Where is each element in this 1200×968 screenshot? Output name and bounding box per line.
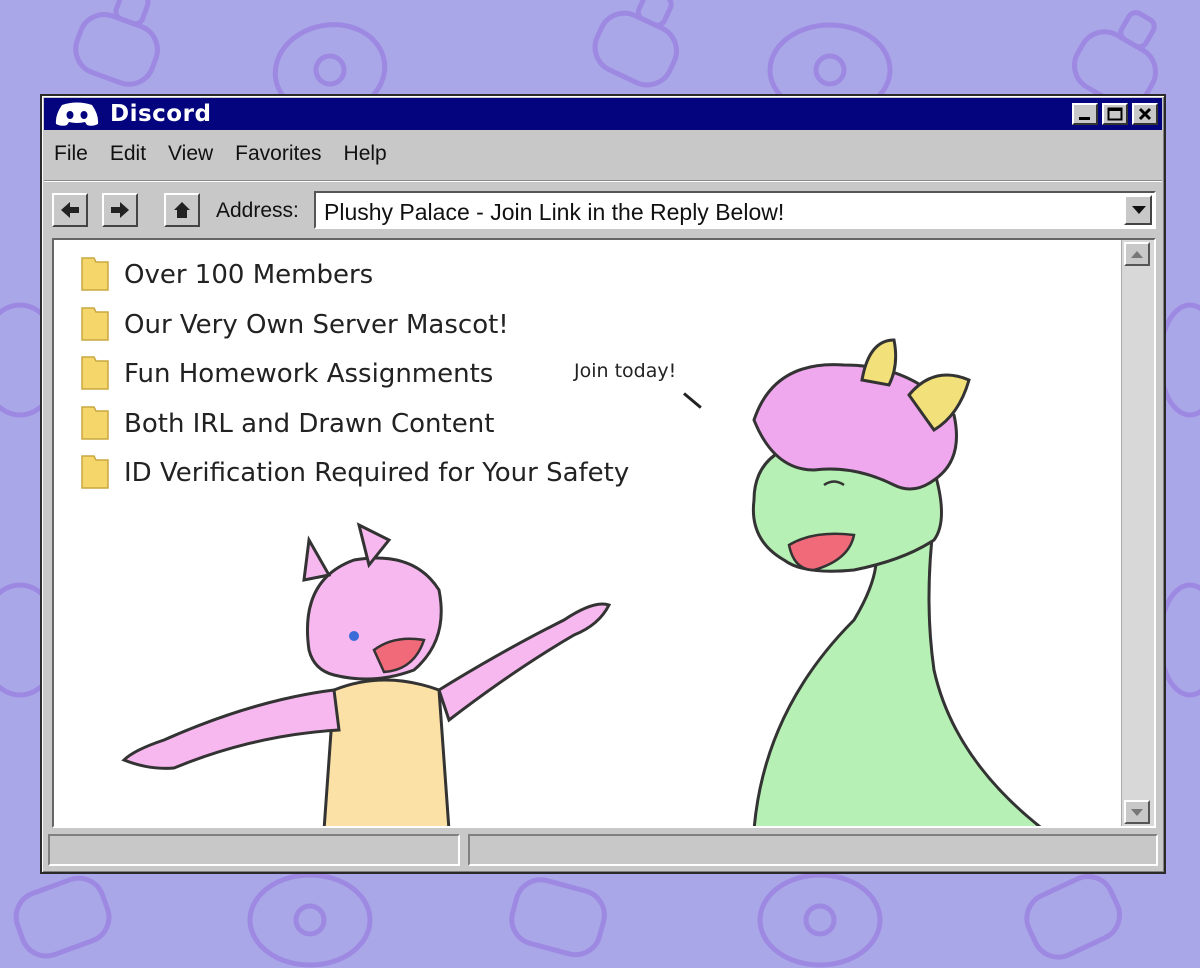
- browser-window: Discord File Edit View Favorites Help Addres…: [40, 94, 1166, 874]
- list-item-label: Fun Homework Assignments: [124, 359, 494, 389]
- scroll-down-icon: [1131, 809, 1143, 816]
- back-arrow-icon: [61, 202, 79, 218]
- maximize-button[interactable]: [1102, 103, 1128, 125]
- pink-plush-mascot: [121, 522, 612, 826]
- list-item-label: Both IRL and Drawn Content: [124, 408, 495, 439]
- list-item-label: ID Verification Required for Your Safety: [124, 458, 630, 488]
- status-pane-right: [468, 834, 1158, 866]
- content-pane: Over 100 Members Our Very Own Server Mas…: [52, 238, 1156, 828]
- discord-logo-icon: [55, 102, 99, 126]
- back-button[interactable]: [52, 193, 88, 227]
- title-bar[interactable]: Discord: [44, 98, 1162, 130]
- scroll-up-icon: [1131, 251, 1143, 258]
- forward-button[interactable]: [102, 193, 138, 227]
- address-toolbar: Address: Plushy Palace - Join Link in th…: [44, 180, 1162, 237]
- home-icon: [174, 202, 190, 218]
- menu-bar: File Edit View Favorites Help: [54, 142, 409, 172]
- menu-edit[interactable]: Edit: [110, 142, 146, 166]
- folder-icon: [81, 257, 109, 291]
- maximize-icon: [1107, 107, 1123, 121]
- address-label: Address:: [216, 199, 299, 222]
- folder-icon: [81, 455, 109, 489]
- address-input[interactable]: Plushy Palace - Join Link in the Reply B…: [314, 191, 1156, 229]
- close-icon: [1138, 107, 1152, 121]
- folder-icon: [81, 405, 109, 440]
- status-bar: [46, 834, 1160, 868]
- address-dropdown-button[interactable]: [1124, 195, 1152, 225]
- menu-favorites[interactable]: Favorites: [235, 142, 321, 166]
- window-title: Discord: [110, 101, 212, 127]
- folder-icon: [81, 356, 109, 390]
- home-button[interactable]: [164, 193, 200, 227]
- speech-bubble-text: Join today!: [574, 360, 677, 382]
- green-dinosaur-mascot: [751, 338, 1042, 826]
- address-value[interactable]: Plushy Palace - Join Link in the Reply B…: [324, 199, 784, 226]
- minimize-icon: [1079, 117, 1090, 120]
- vertical-scrollbar[interactable]: [1121, 240, 1154, 826]
- list-item-label: Over 100 Members: [124, 260, 374, 290]
- dropdown-arrow-icon: [1132, 206, 1146, 214]
- minimize-button[interactable]: [1072, 103, 1098, 125]
- folder-icon: [81, 306, 109, 341]
- scroll-down-button[interactable]: [1124, 800, 1150, 824]
- forward-arrow-icon: [111, 202, 129, 218]
- menu-file[interactable]: File: [54, 142, 88, 166]
- scroll-up-button[interactable]: [1124, 242, 1150, 266]
- list-item-label: Our Very Own Server Mascot!: [124, 309, 509, 340]
- menu-view[interactable]: View: [168, 142, 213, 166]
- close-button[interactable]: [1132, 103, 1158, 125]
- menu-help[interactable]: Help: [344, 142, 387, 166]
- status-pane-left: [48, 834, 460, 866]
